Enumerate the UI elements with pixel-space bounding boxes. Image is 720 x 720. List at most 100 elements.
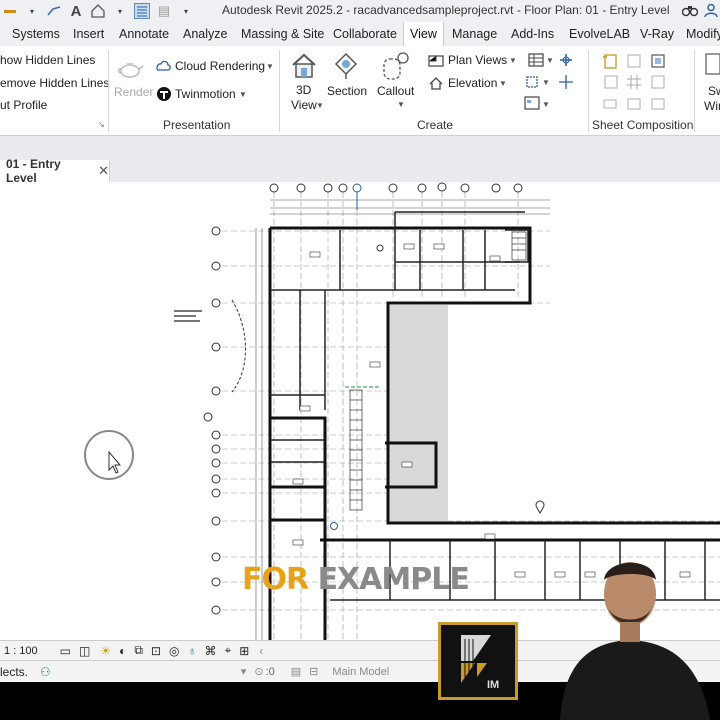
teapot-render-icon[interactable] <box>116 54 144 82</box>
title-block-icon[interactable] <box>626 53 642 69</box>
hide-isolate-icon[interactable]: ◎ <box>169 644 179 658</box>
dropdown-chevron-icon[interactable]: ▾ <box>178 3 194 19</box>
chevron-down-icon[interactable]: ▼ <box>546 56 554 65</box>
chevron-down-icon[interactable]: ▾ <box>241 665 247 678</box>
switch-windows-icon[interactable] <box>704 52 720 80</box>
place-view-icon[interactable] <box>650 53 666 69</box>
sheet-issues-icon[interactable] <box>650 96 666 112</box>
panel-divider <box>588 50 589 132</box>
elevation-button[interactable]: Elevation <box>448 76 497 90</box>
annotation-note <box>174 310 202 322</box>
interior-walls <box>270 211 720 601</box>
window-title: Autodesk Revit 2025.2 - racadvancedsampl… <box>222 3 670 17</box>
matchline-icon[interactable] <box>650 74 666 90</box>
dropdown-chevron-icon[interactable]: ▾ <box>112 3 128 19</box>
crop-view-icon[interactable]: ⧉ <box>134 643 143 658</box>
user-icon[interactable] <box>704 3 718 20</box>
tab-annotate[interactable]: Annotate <box>119 22 169 46</box>
corridor-fill <box>388 305 448 523</box>
save-icon[interactable] <box>2 3 18 19</box>
remove-hidden-lines-button[interactable]: emove Hidden Lines <box>0 76 109 90</box>
callout-icon[interactable] <box>381 51 409 80</box>
switch-windows-label-2[interactable]: Wir <box>704 99 720 113</box>
filter-icon[interactable]: ⊙ <box>254 665 263 678</box>
schedules-icon[interactable] <box>528 53 544 69</box>
revisions-icon[interactable] <box>603 74 619 90</box>
reference-plane-icon[interactable] <box>558 74 574 90</box>
view-reference-icon[interactable] <box>602 96 618 112</box>
tab-insert[interactable]: Insert <box>73 22 104 46</box>
design-options-icon[interactable]: ▤ <box>291 665 301 678</box>
tab-modify[interactable]: Modify <box>686 22 720 46</box>
tab-massing-site[interactable]: Massing & Site <box>241 22 324 46</box>
detail-level-icon[interactable]: ▭ <box>60 644 71 658</box>
print-icon[interactable]: ▤ <box>156 3 172 19</box>
viewports-icon[interactable] <box>626 96 642 112</box>
visual-style-icon[interactable]: ◫ <box>79 644 90 658</box>
chevron-down-icon[interactable]: ▼ <box>266 62 274 71</box>
tab-analyze[interactable]: Analyze <box>183 22 227 46</box>
binoculars-icon[interactable] <box>681 3 699 20</box>
mouse-cursor-icon <box>108 450 122 474</box>
analytical-model-icon[interactable]: ⌖ <box>224 643 231 658</box>
cut-profile-button[interactable]: ut Profile <box>0 98 47 112</box>
tab-vray[interactable]: V-Ray <box>640 22 674 46</box>
show-crop-icon[interactable]: ⊡ <box>151 644 161 658</box>
tab-evolvelab[interactable]: EvolveLAB <box>569 22 630 46</box>
chevron-left-icon[interactable]: ‹ <box>259 644 263 658</box>
status-prompt: lects. <box>0 664 29 679</box>
3d-view-label-2[interactable]: View <box>291 98 317 112</box>
show-hidden-lines-button[interactable]: how Hidden Lines <box>0 53 95 67</box>
chevron-down-icon[interactable]: ▼ <box>239 90 247 99</box>
measure-icon[interactable] <box>46 3 62 19</box>
view-tab-entry-level[interactable]: 01 - Entry Level ✕ <box>0 157 110 185</box>
tab-manage[interactable]: Manage <box>452 22 497 46</box>
tab-systems[interactable]: Systems <box>12 22 60 46</box>
3d-view-label[interactable]: 3D <box>296 83 311 97</box>
thin-lines-icon[interactable] <box>134 3 150 19</box>
callout-button[interactable]: Callout <box>377 84 414 98</box>
constraints-icon[interactable]: ⊞ <box>239 644 249 658</box>
scope-box-icon[interactable] <box>524 74 540 90</box>
render-button[interactable]: Render <box>114 85 153 99</box>
shadows-icon[interactable]: ◐ <box>119 644 126 658</box>
twinmotion-button[interactable]: Twinmotion <box>175 87 236 101</box>
duplicate-view-icon[interactable] <box>558 53 574 69</box>
temporary-properties-icon[interactable]: ⌘ <box>204 644 216 658</box>
section-button[interactable]: Section <box>327 84 367 98</box>
chevron-down-icon[interactable]: ▼ <box>316 101 324 110</box>
new-sheet-icon[interactable] <box>602 53 618 69</box>
close-icon[interactable]: ✕ <box>98 163 109 179</box>
cloud-rendering-button[interactable]: Cloud Rendering <box>175 59 265 73</box>
legend-icon[interactable] <box>524 96 540 112</box>
sun-path-icon[interactable]: ☀ <box>100 644 111 658</box>
chevron-down-icon[interactable]: ▼ <box>542 78 550 87</box>
chevron-down-icon[interactable]: ▼ <box>397 100 405 109</box>
dropdown-chevron-icon[interactable]: ▾ <box>24 3 40 19</box>
presentation-panel-title: Presentation <box>163 118 231 132</box>
chevron-down-icon[interactable]: ▼ <box>542 100 550 109</box>
editing-requests-icon[interactable]: ⊟ <box>309 665 318 678</box>
grid-bubbles-left <box>203 226 221 615</box>
tab-collaborate[interactable]: Collaborate <box>333 22 397 46</box>
main-model-select[interactable]: Main Model <box>332 666 389 678</box>
plan-views-button[interactable]: Plan Views <box>448 53 507 67</box>
grid-bubbles-top <box>269 182 523 193</box>
presenter-webcam <box>550 552 720 720</box>
tab-view[interactable]: View <box>403 22 444 46</box>
switch-windows-label[interactable]: Sw <box>708 84 720 98</box>
plan-views-icon <box>428 53 444 69</box>
view-scale[interactable]: 1 : 100 <box>4 645 38 657</box>
home-icon[interactable] <box>90 3 106 19</box>
panel-divider <box>279 50 280 132</box>
panel-launcher-icon[interactable]: ↘ <box>98 120 105 129</box>
text-a-icon[interactable]: A <box>68 3 84 20</box>
3d-view-house-icon[interactable] <box>290 52 318 80</box>
worksets-icon[interactable]: ⚇ <box>40 665 51 679</box>
tab-add-ins[interactable]: Add-Ins <box>511 22 554 46</box>
chevron-down-icon[interactable]: ▼ <box>499 79 507 88</box>
section-icon[interactable] <box>332 52 360 80</box>
reveal-hidden-icon[interactable]: ♁ <box>187 644 196 658</box>
chevron-down-icon[interactable]: ▼ <box>509 56 517 65</box>
guide-grid-icon[interactable] <box>626 74 642 90</box>
